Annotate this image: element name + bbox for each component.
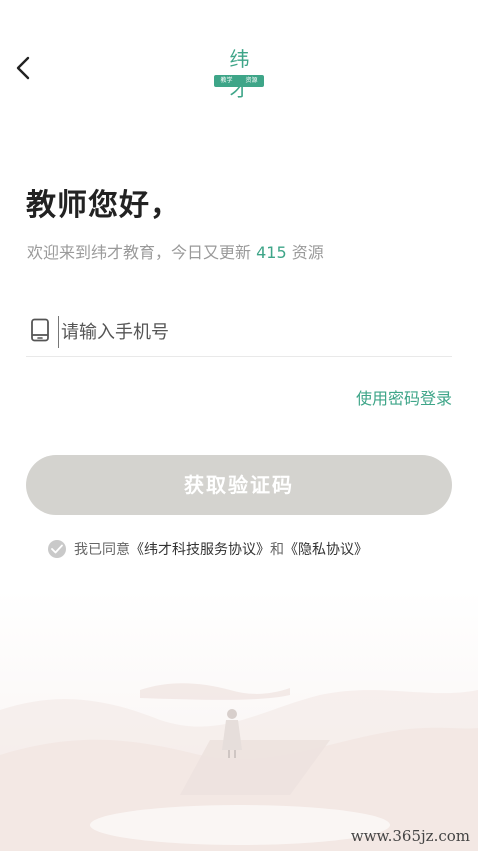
agreement-checkbox[interactable] xyxy=(48,540,66,558)
password-login-link[interactable]: 使用密码登录 xyxy=(356,385,452,409)
logo-tag: 资源 xyxy=(245,77,258,84)
agreement-connector: 和 xyxy=(270,542,284,558)
subtitle-prefix: 欢迎来到纬才教育，今日又更新 xyxy=(27,243,257,262)
subtitle-suffix: 资源 xyxy=(286,243,324,262)
chevron-left-icon xyxy=(16,56,30,80)
phone-icon xyxy=(31,318,49,342)
logo-text: 纬才 xyxy=(229,47,251,101)
watermark-text: www.365jz.com xyxy=(350,827,470,845)
phone-field-row xyxy=(26,306,452,357)
logo-tag-bar: 教学 资源 xyxy=(214,75,264,87)
agreement-row: 我已同意 《纬才科技服务协议》 和 《隐私协议》 xyxy=(48,538,368,560)
get-code-button[interactable]: 获取验证码 xyxy=(26,455,452,515)
background-landscape-illustration xyxy=(0,590,478,851)
page-subtitle: 欢迎来到纬才教育，今日又更新 415 资源 xyxy=(27,239,324,263)
check-icon xyxy=(51,544,63,554)
update-count: 415 xyxy=(256,243,287,262)
terms-link[interactable]: 《纬才科技服务协议》 xyxy=(130,539,270,559)
brand-logo: 纬才 教学 资源 xyxy=(214,44,264,101)
phone-input[interactable] xyxy=(58,316,443,348)
page-title: 教师您好， xyxy=(26,188,181,223)
agreement-prefix: 我已同意 xyxy=(74,542,130,558)
back-button[interactable] xyxy=(12,54,36,82)
privacy-link[interactable]: 《隐私协议》 xyxy=(284,539,368,559)
logo-tag: 教学 xyxy=(220,77,233,84)
